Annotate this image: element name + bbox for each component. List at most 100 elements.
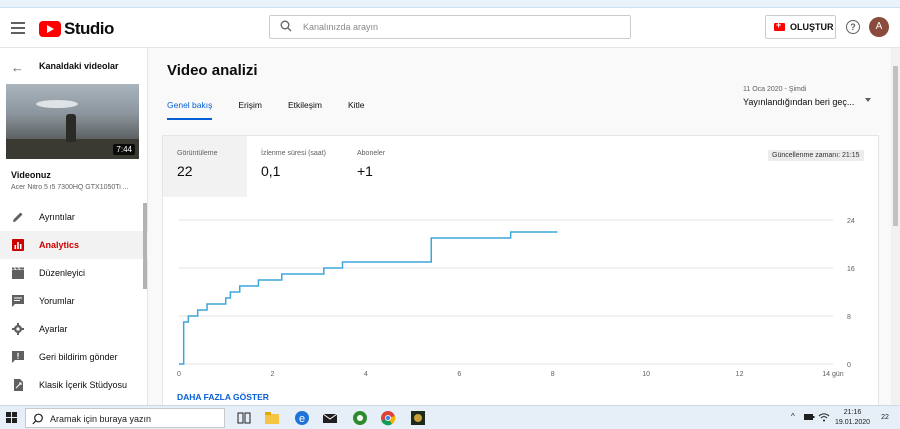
metric-value: 22: [177, 163, 193, 179]
chart-x-tick-label: 4: [364, 371, 368, 378]
analytics-icon: [12, 239, 24, 251]
feedback-icon: [12, 351, 24, 363]
thumbnail-airship: [36, 100, 78, 108]
taskbar-clock[interactable]: 21:16 19.01.2020: [835, 408, 870, 428]
task-view-icon[interactable]: [236, 410, 252, 426]
create-button[interactable]: OLUŞTUR: [765, 15, 836, 39]
svg-text:e: e: [299, 413, 305, 425]
menu-icon[interactable]: [11, 22, 25, 34]
chart-x-tick-label: 0: [177, 371, 181, 378]
wifi-icon[interactable]: [818, 411, 830, 423]
chevron-down-icon: [865, 98, 871, 102]
video-subtitle: Acer Nitro 5 i5 7300HQ GTX1050Ti ...: [11, 184, 129, 191]
show-more-link[interactable]: DAHA FAZLA GÖSTER: [177, 392, 269, 402]
clock-date: 19.01.2020: [835, 419, 871, 426]
windows-start-icon[interactable]: [6, 412, 18, 424]
metric-label: Görüntüleme: [177, 150, 218, 157]
tab-overview[interactable]: Genel bakış: [167, 100, 213, 120]
edge-icon[interactable]: e: [294, 410, 310, 426]
nav-item-settings[interactable]: Ayarlar: [0, 315, 148, 343]
main-scrollbar[interactable]: [891, 48, 900, 405]
chart-x-tick-label: 8: [551, 371, 555, 378]
back-to-videos-link[interactable]: ← Kanaldaki videolar: [0, 48, 148, 84]
chart-x-tick-label: 10: [642, 371, 650, 378]
nav-label: Ayrıntılar: [39, 212, 75, 222]
metric-label: İzlenme süresi (saat): [261, 150, 326, 157]
metric-subscribers[interactable]: Aboneler +1: [343, 136, 427, 197]
chart-x-tick-label: 6: [457, 371, 461, 378]
logo-text: Studio: [64, 19, 114, 38]
notification-center-icon[interactable]: 22: [877, 410, 893, 426]
metric-watch-time[interactable]: İzlenme süresi (saat) 0,1: [247, 136, 343, 197]
chart-y-tick-label: 8: [847, 314, 851, 321]
metric-label: Aboneler: [357, 150, 386, 157]
browser-top-strip: [0, 0, 900, 8]
date-range-label: Yayınlandığından beri geç...: [743, 97, 855, 107]
video-thumbnail[interactable]: 7:44: [6, 84, 139, 159]
studio-logo[interactable]: Studio: [39, 19, 114, 39]
video-duration: 7:44: [113, 144, 135, 155]
date-range-selector[interactable]: 11 Oca 2020 - Şimdi Yayınlandığından ber…: [743, 86, 875, 107]
chart-series-line: [179, 231, 558, 365]
nav-item-details[interactable]: Ayrıntılar: [0, 203, 148, 231]
nav-item-comments[interactable]: Yorumlar: [0, 287, 148, 315]
youtube-logo-icon: [39, 21, 61, 37]
file-explorer-icon[interactable]: [264, 410, 280, 426]
nav-item-editor[interactable]: Düzenleyici: [0, 259, 148, 287]
date-range-detail: 11 Oca 2020 - Şimdi: [743, 86, 807, 93]
sidebar-scrollbar[interactable]: [143, 203, 147, 289]
clapperboard-icon: [12, 267, 24, 279]
chart-y-tick-label: 24: [847, 218, 855, 225]
nav-label: Geri bildirim gönder: [39, 352, 118, 362]
metric-value: +1: [357, 163, 373, 179]
chart-x-tick-label: 14 gün: [822, 371, 844, 378]
create-video-icon: [774, 20, 785, 31]
sidebar: ← Kanaldaki videolar 7:44 Videonuz Acer …: [0, 48, 148, 405]
nav-label: Yorumlar: [39, 296, 75, 306]
page-title: Video analizi: [167, 62, 258, 79]
search-icon: [32, 413, 43, 425]
xbox-app-icon[interactable]: [352, 410, 368, 426]
tray-chevron-up-icon[interactable]: ^: [791, 412, 795, 421]
back-arrow-icon: ←: [11, 60, 24, 75]
video-title: Videonuz: [11, 170, 51, 180]
back-label: Kanaldaki videolar: [39, 61, 119, 71]
nav-item-classic-studio[interactable]: Klasik İçerik Stüdyosu: [0, 371, 148, 399]
pencil-icon: [13, 212, 23, 222]
help-icon[interactable]: ?: [846, 20, 860, 34]
game-app-icon[interactable]: [410, 410, 426, 426]
search-placeholder: Kanalınızda arayın: [303, 22, 379, 32]
comment-icon: [12, 295, 24, 307]
battery-icon[interactable]: [803, 411, 815, 423]
tab-audience[interactable]: Kitle: [348, 100, 365, 120]
nav-item-feedback[interactable]: Geri bildirim gönder: [0, 343, 148, 371]
last-updated-badge: Güncellenme zamanı: 21:15: [768, 150, 864, 161]
taskbar-search-text: Aramak için buraya yazın: [50, 414, 152, 424]
chrome-icon[interactable]: [380, 410, 396, 426]
thumbnail-figure: [66, 114, 76, 142]
windows-taskbar: Aramak için buraya yazın e ^ 21:16 19.01…: [0, 405, 900, 429]
gear-icon: [12, 323, 24, 335]
main-content: Video analizi Genel bakış Erişim Etkileş…: [149, 48, 900, 410]
search-icon: [280, 20, 292, 32]
nav-label: Düzenleyici: [39, 268, 86, 278]
chart-y-tick-label: 0: [847, 362, 851, 369]
taskbar-search-input[interactable]: Aramak için buraya yazın: [25, 408, 225, 428]
tab-engagement[interactable]: Etkileşim: [288, 100, 322, 120]
analytics-tabs: Genel bakış Erişim Etkileşim Kitle: [167, 100, 391, 120]
tab-reach[interactable]: Erişim: [238, 100, 262, 120]
studio-header: Studio Kanalınızda arayın OLUŞTUR ? A: [0, 8, 900, 48]
nav-label: Klasik İçerik Stüdyosu: [39, 380, 128, 390]
nav-item-analytics[interactable]: Analytics: [0, 231, 148, 259]
chart-y-tick-label: 16: [847, 266, 855, 273]
avatar[interactable]: A: [869, 17, 889, 37]
create-label: OLUŞTUR: [790, 22, 834, 32]
classic-studio-icon: [14, 379, 23, 391]
main-scrollbar-thumb[interactable]: [893, 66, 898, 226]
mail-icon[interactable]: [322, 410, 338, 426]
clock-time: 21:16: [843, 409, 862, 416]
chart-x-tick-label: 2: [270, 371, 274, 378]
metric-views[interactable]: Görüntüleme 22: [163, 136, 247, 197]
views-line-chart: 0816240 2 4 6 8 10 12 14 gün: [177, 218, 855, 378]
channel-search-input[interactable]: Kanalınızda arayın: [269, 15, 631, 39]
